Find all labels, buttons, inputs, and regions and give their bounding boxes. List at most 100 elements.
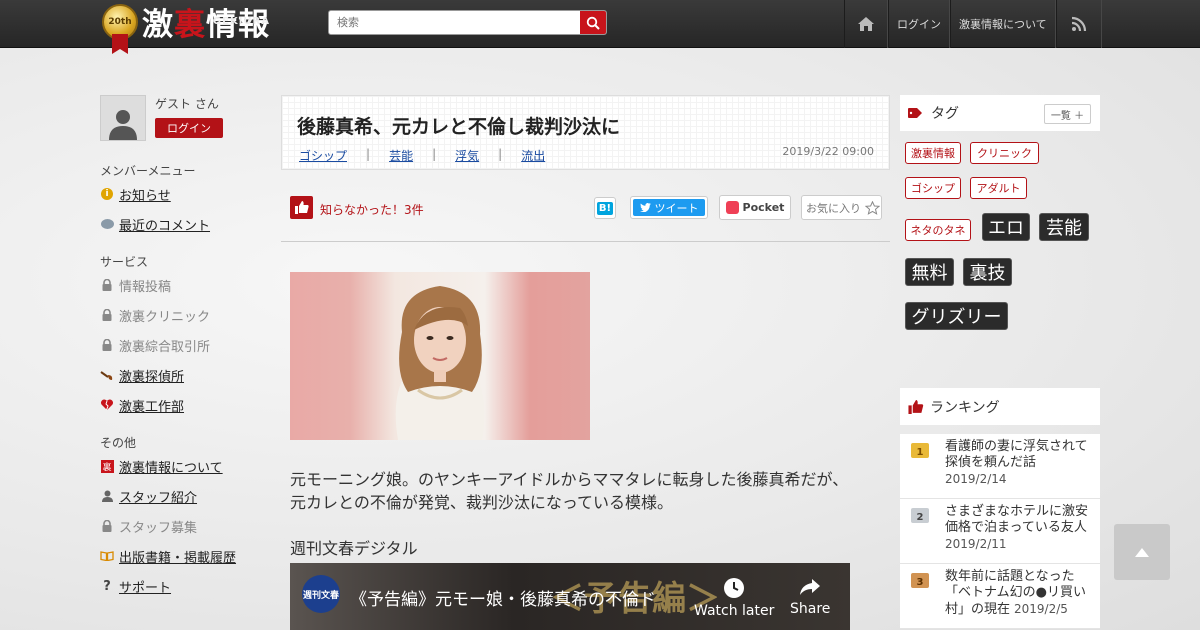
ranking-title: さまざまなホテルに激安価格で泊まっている友人 (945, 504, 1089, 535)
article-photo (290, 272, 590, 440)
lock-icon (100, 519, 114, 533)
search-box (328, 10, 607, 35)
article-lead: 元モーニング娘。のヤンキーアイドルからママタレに転身した後藤真希だが、元カレとの… (290, 470, 849, 512)
user-silhouette-icon (109, 110, 137, 140)
category-list: ゴシップ | 芸能 | 浮気 | 流出 (299, 147, 546, 164)
menu-item-exchange[interactable]: 激裏綜合取引所 (100, 330, 270, 360)
question-icon: ? (103, 578, 111, 594)
person-icon (100, 489, 114, 503)
ranking-item[interactable]: 1 看護師の妻に浮気されて探偵を頼んだ話 2019/2/14 (900, 434, 1100, 499)
info-icon: i (100, 187, 114, 201)
other-menu-title: その他 (100, 436, 137, 450)
menu-item-about[interactable]: 裏 激裏情報について (100, 451, 270, 481)
search-input[interactable] (329, 11, 574, 35)
tag-link[interactable]: 激裏情報 (905, 142, 961, 164)
menu-item-post[interactable]: 情報投稿 (100, 270, 270, 300)
category-link[interactable]: 浮気 (455, 147, 479, 164)
back-to-top-button[interactable] (1114, 524, 1170, 580)
logo-text: 激裏情報 GEKIURA (142, 4, 270, 46)
tag-link[interactable]: ゴシップ (905, 177, 961, 199)
menu-item-recent-comments[interactable]: 最近のコメント (100, 209, 270, 239)
rss-icon (1071, 16, 1086, 32)
nav-login[interactable]: ログイン (888, 0, 950, 48)
menu-item-detective[interactable]: 激裏探偵所 (100, 360, 270, 390)
ranking-item[interactable]: 3 数年前に話題となった「ベトナム幻の●リ買い村」の現在 2019/2/5 (900, 564, 1100, 629)
header-nav: ログイン 激裏情報について (844, 0, 1102, 48)
menu-item-recruit[interactable]: スタッフ募集 (100, 511, 270, 541)
bronze-crown-icon: 3 (911, 573, 929, 588)
ranking-item[interactable]: 2 さまざまなホテルに激安価格で泊まっている友人 2019/2/11 (900, 499, 1100, 564)
sidebar-login-button[interactable]: ログイン (155, 118, 223, 138)
service-menu-title: サービス (100, 255, 149, 269)
share-button[interactable]: Share (790, 577, 830, 617)
tag-link[interactable]: ネタのタネ (905, 219, 971, 241)
site-header: 20th 激裏情報 GEKIURA ログイン 激裏情報について (0, 0, 1200, 54)
ranking-header: ランキング (900, 388, 1100, 425)
guest-panel: ゲスト さん ログイン (100, 95, 270, 141)
favorite-button[interactable]: お気に入り (801, 195, 882, 220)
article-date: 2019/3/22 09:00 (782, 145, 874, 158)
tag-link-large[interactable]: グリズリー (905, 302, 1008, 330)
source-heading: 週刊文春デジタル (290, 539, 418, 558)
tag-link[interactable]: クリニック (970, 142, 1039, 164)
tag-link[interactable]: アダルト (970, 177, 1027, 199)
gold-crown-icon: 1 (911, 443, 929, 458)
tag-link-large[interactable]: 芸能 (1039, 213, 1089, 241)
twitter-bird-icon (639, 203, 651, 212)
lock-icon (100, 338, 114, 352)
video-title[interactable]: 《予告編》元モー娘・後藤真希の不倫ド (350, 585, 656, 610)
ranking-title: 看護師の妻に浮気されて探偵を頼んだ話 (945, 439, 1088, 470)
tag-icon (908, 108, 922, 118)
search-icon (586, 16, 600, 30)
ranking-date: 2019/2/5 (1014, 602, 1068, 616)
logo-subtitle: GEKIURA (212, 16, 270, 27)
like-button[interactable] (290, 196, 313, 219)
guest-name: ゲスト さん (155, 97, 219, 111)
like-count: 知らなかった！3件 (320, 203, 424, 217)
social-bar: 知らなかった！3件 B! ツイート Pocket お気に入り (281, 190, 890, 242)
left-sidebar: ゲスト さん ログイン メンバーメニュー i お知らせ 最近のコメント サービス… (100, 95, 270, 601)
embedded-video[interactable]: ＜予告編＞ 週刊文春 《予告編》元モー娘・後藤真希の不倫ド Watch late… (290, 563, 850, 630)
home-icon (858, 17, 874, 31)
triangle-up-icon (1135, 547, 1149, 557)
channel-avatar[interactable]: 週刊文春 (302, 575, 340, 613)
portrait-illustration (395, 286, 485, 440)
article-header: 後藤真希、元カレと不倫し裁判沙汰に ゴシップ | 芸能 | 浮気 | 流出 2019/… (281, 95, 890, 170)
book-icon (100, 549, 114, 563)
avatar (100, 95, 146, 141)
site-logo[interactable]: 20th 激裏情報 GEKIURA (102, 4, 270, 54)
tag-panel-header: タグ 一覧 ＋ (900, 95, 1100, 131)
tag-link-large[interactable]: 裏技 (963, 258, 1012, 286)
menu-item-staff[interactable]: スタッフ紹介 (100, 481, 270, 511)
search-button[interactable] (580, 11, 606, 34)
nav-home[interactable] (844, 0, 888, 48)
tag-link-large[interactable]: 無料 (905, 258, 954, 286)
ranking-date: 2019/2/14 (945, 472, 1007, 486)
pocket-button[interactable]: Pocket (719, 195, 791, 220)
ribbon-icon (112, 34, 128, 54)
menu-item-books[interactable]: 出版書籍・掲載履歴 (100, 541, 270, 571)
tag-link-large[interactable]: エロ (982, 213, 1030, 241)
tag-list-button[interactable]: 一覧 ＋ (1044, 104, 1091, 124)
category-link[interactable]: 流出 (521, 147, 545, 164)
hatena-bookmark-button[interactable]: B! (594, 197, 616, 219)
pocket-icon (725, 201, 739, 214)
thumbs-up-icon (294, 201, 309, 214)
watch-later-button[interactable]: Watch later (694, 577, 774, 619)
lock-icon (100, 308, 114, 322)
category-link[interactable]: ゴシップ (299, 147, 347, 164)
menu-item-workshop[interactable]: 激裏工作部 (100, 390, 270, 420)
broken-heart-icon (100, 398, 114, 412)
menu-item-clinic[interactable]: 激裏クリニック (100, 300, 270, 330)
star-icon (865, 200, 880, 215)
nav-about[interactable]: 激裏情報について (950, 0, 1056, 48)
menu-item-support[interactable]: ? サポート (100, 571, 270, 601)
nav-rss[interactable] (1055, 0, 1102, 48)
menu-item-notice[interactable]: i お知らせ (100, 179, 270, 209)
ura-icon: 裏 (100, 459, 114, 473)
thumbs-up-icon (908, 399, 924, 414)
category-link[interactable]: 芸能 (389, 147, 413, 164)
tweet-button[interactable]: ツイート (630, 196, 708, 219)
hatena-icon: B! (596, 201, 614, 215)
share-arrow-icon (800, 579, 821, 595)
